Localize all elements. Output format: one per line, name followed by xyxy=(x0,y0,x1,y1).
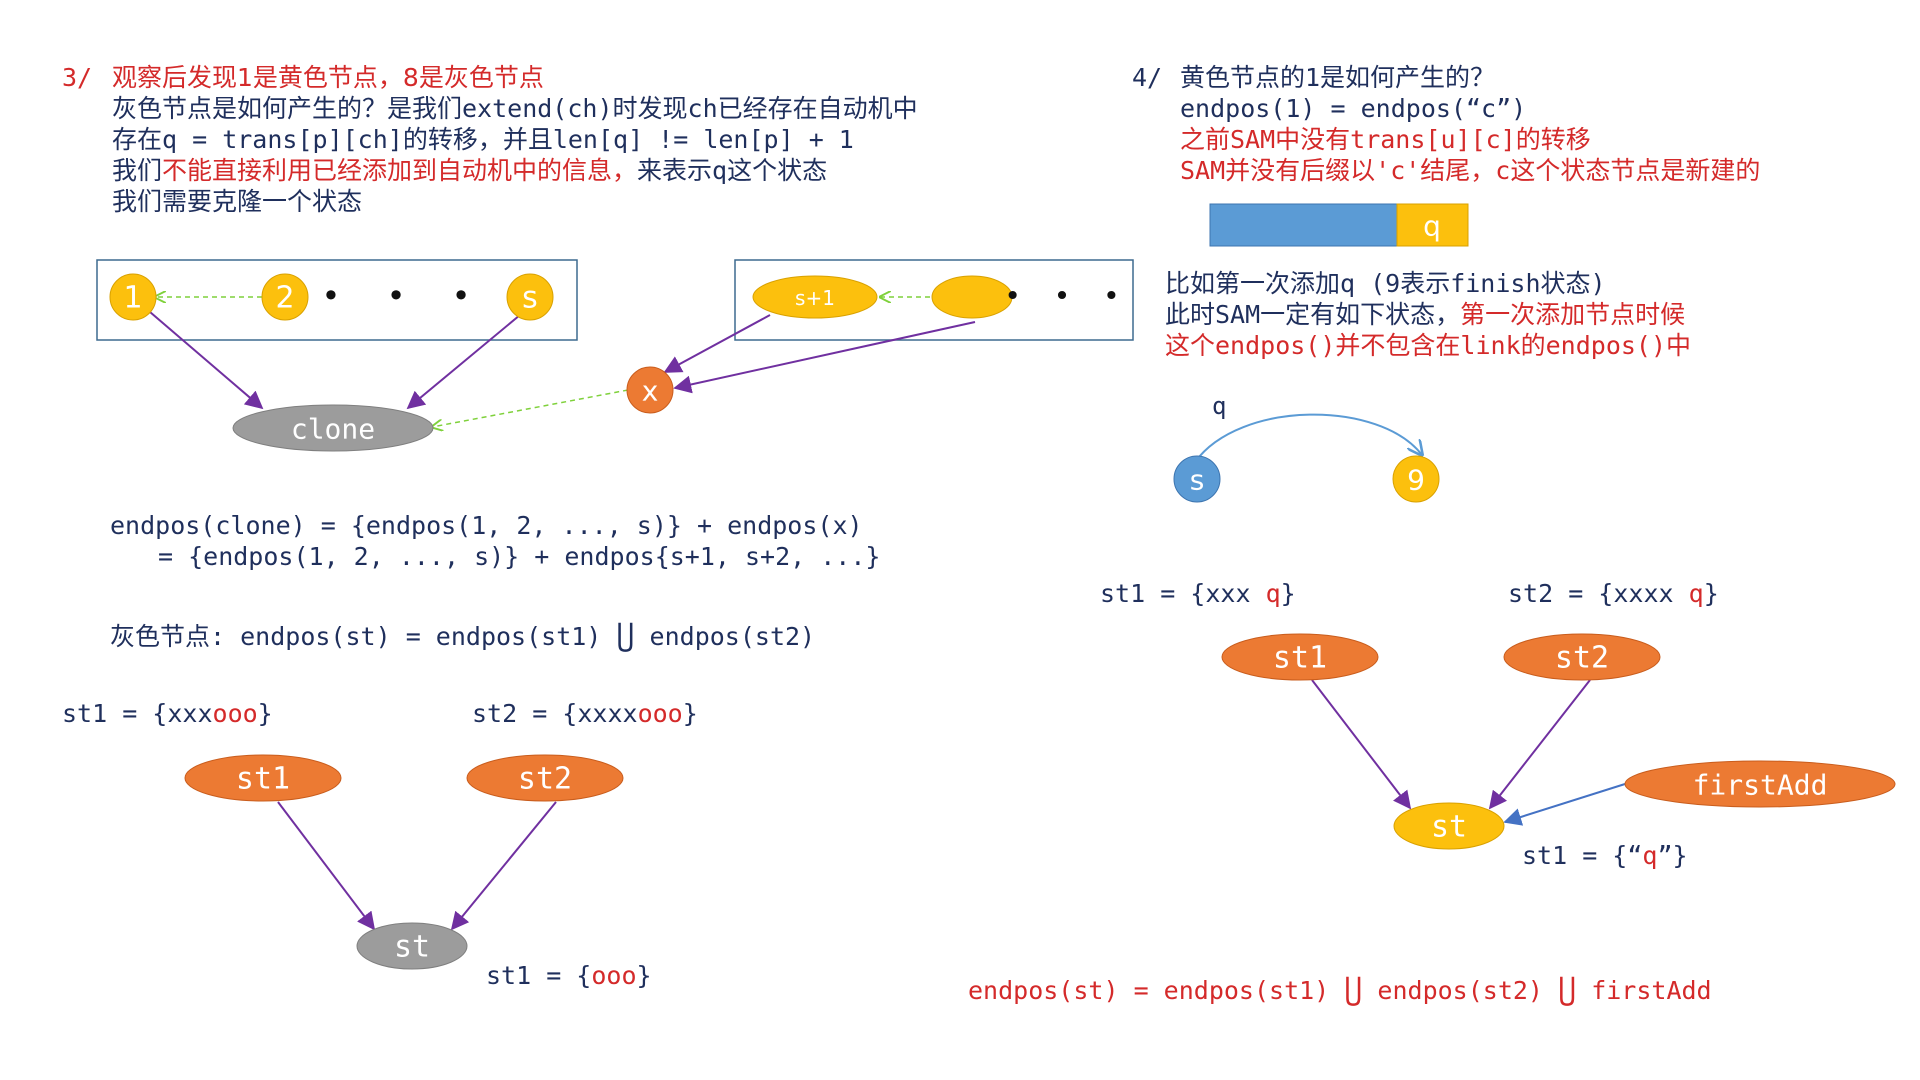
right-node-st: st xyxy=(1393,802,1505,850)
svg-text:st: st xyxy=(394,930,430,965)
svg-text:s: s xyxy=(522,281,538,316)
left-node-st2: st2 xyxy=(466,754,624,802)
svg-text:s: s xyxy=(1190,464,1205,497)
right-node-st2: st2 xyxy=(1503,633,1661,681)
svg-text:9: 9 xyxy=(1407,464,1425,497)
right-node-firstadd: firstAdd xyxy=(1624,760,1896,808)
node-2: 2 xyxy=(261,273,309,321)
svg-text:st2: st2 xyxy=(518,762,572,797)
node-clone: clone xyxy=(232,404,434,452)
ellipsis-dots-2: • • • xyxy=(1004,280,1131,313)
svg-text:st1: st1 xyxy=(236,762,290,797)
ellipsis-dots: • • • xyxy=(322,277,489,315)
edge-st1-to-st xyxy=(277,801,376,931)
svg-text:st2: st2 xyxy=(1555,641,1609,676)
svg-text:2: 2 xyxy=(275,281,294,316)
node-1: 1 xyxy=(109,273,157,321)
edge-s1-to-x xyxy=(663,314,771,373)
svg-text:x: x xyxy=(642,375,659,408)
edge-label-q: q xyxy=(1212,392,1226,420)
svg-text:s+1: s+1 xyxy=(795,286,835,310)
svg-text:1: 1 xyxy=(123,281,142,316)
suffix-link-x-to-clone xyxy=(432,389,629,427)
edge-firstadd-to-st xyxy=(1503,783,1626,826)
svg-text:st: st xyxy=(1431,810,1467,845)
edge-1-to-clone xyxy=(149,311,264,410)
edge-s-to-9 xyxy=(1194,413,1422,463)
node-s: s xyxy=(506,273,554,321)
edge-s-to-clone xyxy=(406,314,521,410)
edge-right-st2-to-st xyxy=(1488,679,1591,810)
svg-text:st1: st1 xyxy=(1273,641,1327,676)
edge-right-st1-to-st xyxy=(1311,679,1412,810)
svg-text:firstAdd: firstAdd xyxy=(1693,769,1828,802)
svg-text:clone: clone xyxy=(291,413,375,446)
node-x: x xyxy=(626,366,674,414)
diagram-canvas: 1 2 • • • s s+1 • • • x clone st1 st2 st… xyxy=(96,203,1896,970)
bar-q-label: q xyxy=(1423,210,1441,243)
node-unlabeled xyxy=(931,275,1013,319)
bar-existing xyxy=(1209,203,1398,247)
left-node-st1: st1 xyxy=(184,754,342,802)
right-node-s: s xyxy=(1173,455,1221,503)
right-node-9: 9 xyxy=(1392,455,1440,503)
edge-next-to-x xyxy=(673,321,976,394)
edge-st2-to-st xyxy=(450,801,557,931)
left-node-st: st xyxy=(356,922,468,970)
right-node-st1: st1 xyxy=(1221,633,1379,681)
node-s-plus-1: s+1 xyxy=(752,275,878,319)
